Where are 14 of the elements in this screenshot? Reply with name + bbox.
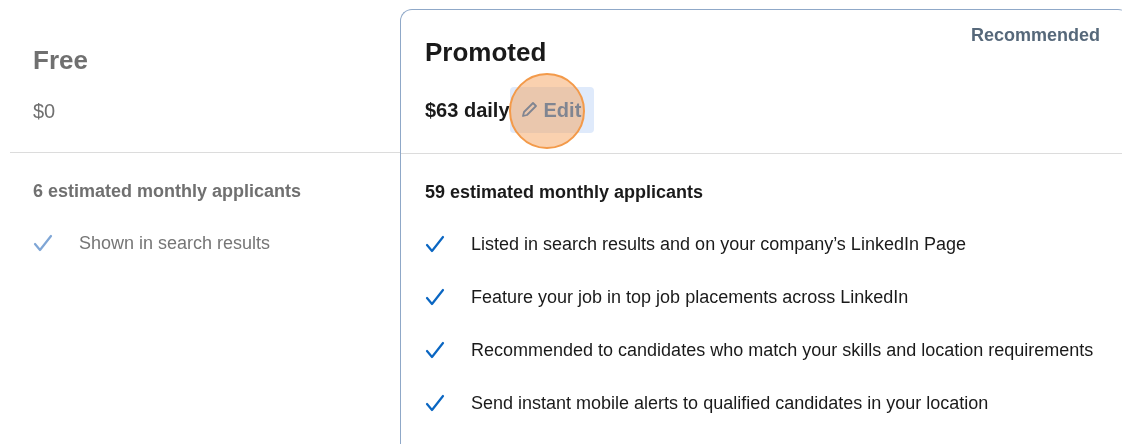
feature-text: Recommended to candidates who match your skills and location requirements [471,340,1094,360]
feature-text: Send instant mobile alerts to qualified candidates in your location [471,393,989,413]
plan-name: Promoted [425,36,548,68]
plan-price: $63 daily [425,98,510,123]
applicants-estimate: 59 estimated monthly applicants [425,181,705,204]
plan-name: Free [33,44,89,76]
plan-price: $0 [33,99,56,124]
feature-text: Shown in search results [79,233,271,253]
edit-button[interactable]: Edit [509,87,595,133]
feature-text: Feature your job in top job placements across LinkedIn [471,287,909,307]
pencil-icon [519,101,538,119]
recommended-label: Recommended [970,24,1100,47]
feature-text: Listed in search results and on your company’s LinkedIn Page [471,234,966,254]
applicants-estimate: 6 estimated monthly applicants [33,180,303,203]
